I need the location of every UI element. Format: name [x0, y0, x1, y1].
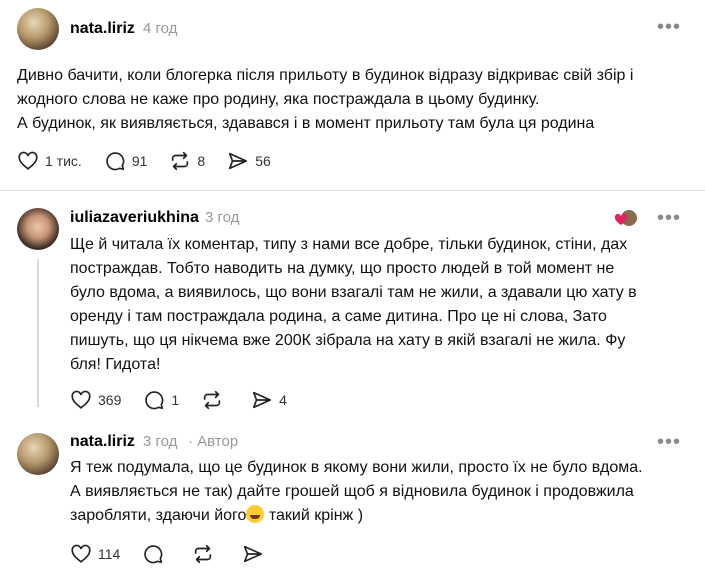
reply-button[interactable]: 1	[143, 389, 179, 411]
share-button[interactable]: 56	[227, 150, 271, 172]
author-tag: · Автор	[188, 433, 239, 450]
post-text: Ще й читала їх коментар, типу з нами все…	[70, 236, 637, 373]
reply-button[interactable]	[142, 543, 170, 565]
share-icon	[244, 545, 263, 563]
share-button[interactable]	[242, 543, 270, 565]
like-count: 114	[98, 546, 121, 562]
repost-count: 8	[197, 153, 206, 169]
post-time[interactable]: 3 год	[143, 433, 177, 450]
reply-count: 1	[171, 392, 180, 408]
heart-icon	[18, 151, 38, 170]
post-text: Я теж подумала, що це будинок в якому во…	[70, 459, 643, 524]
repost-button[interactable]: 8	[169, 150, 205, 172]
more-icon[interactable]: •••	[657, 432, 681, 452]
post-actions: 1 тис. 91 8 56	[17, 150, 293, 172]
share-icon	[229, 152, 248, 170]
comment-icon	[144, 545, 163, 564]
repost-button[interactable]	[192, 543, 220, 565]
heart-icon	[71, 544, 91, 563]
share-button[interactable]: 4	[251, 389, 287, 411]
repost-icon	[203, 390, 221, 410]
post-1: nata.liriz 4 год ••• Дивно бачити, коли …	[0, 0, 705, 190]
post-time[interactable]: 4 год	[143, 20, 177, 37]
reply-button[interactable]: 91	[104, 150, 148, 172]
more-icon[interactable]: •••	[657, 17, 681, 37]
like-button[interactable]: 369	[70, 389, 121, 411]
avatar[interactable]	[17, 8, 59, 50]
username[interactable]: iuliazaveriukhina	[70, 209, 199, 227]
post-text: Дивно бачити, коли блогерка після прильо…	[17, 67, 634, 132]
heart-icon	[71, 390, 91, 409]
share-icon	[253, 391, 272, 409]
comment-icon	[145, 391, 164, 410]
avatar[interactable]	[17, 208, 59, 250]
share-count: 56	[255, 153, 271, 169]
comment-icon	[106, 152, 125, 171]
post-actions: 114	[70, 543, 292, 565]
post-time[interactable]: 3 год	[205, 209, 239, 226]
like-count: 369	[98, 392, 122, 408]
share-count: 4	[279, 392, 287, 408]
thread-line	[37, 259, 39, 407]
username[interactable]: nata.liriz	[70, 433, 135, 451]
post-actions: 369 1 4	[70, 389, 309, 411]
like-count: 1 тис.	[45, 153, 82, 169]
grinning-sweat-emoji	[246, 505, 265, 523]
like-button[interactable]: 114	[70, 543, 120, 565]
post-2: iuliazaveriukhina 3 год ••• Ще й читала …	[0, 191, 705, 421]
avatar[interactable]	[17, 433, 59, 475]
repost-button[interactable]	[201, 389, 229, 411]
repost-icon	[195, 544, 212, 564]
liked-by-author-icon	[614, 208, 637, 228]
username[interactable]: nata.liriz	[70, 20, 135, 38]
repost-icon	[172, 151, 189, 171]
post-3: nata.liriz 3 год · Автор ••• Я теж подум…	[0, 421, 705, 579]
reply-count: 91	[131, 153, 148, 169]
like-button[interactable]: 1 тис.	[17, 150, 82, 172]
more-icon[interactable]: •••	[657, 208, 681, 228]
